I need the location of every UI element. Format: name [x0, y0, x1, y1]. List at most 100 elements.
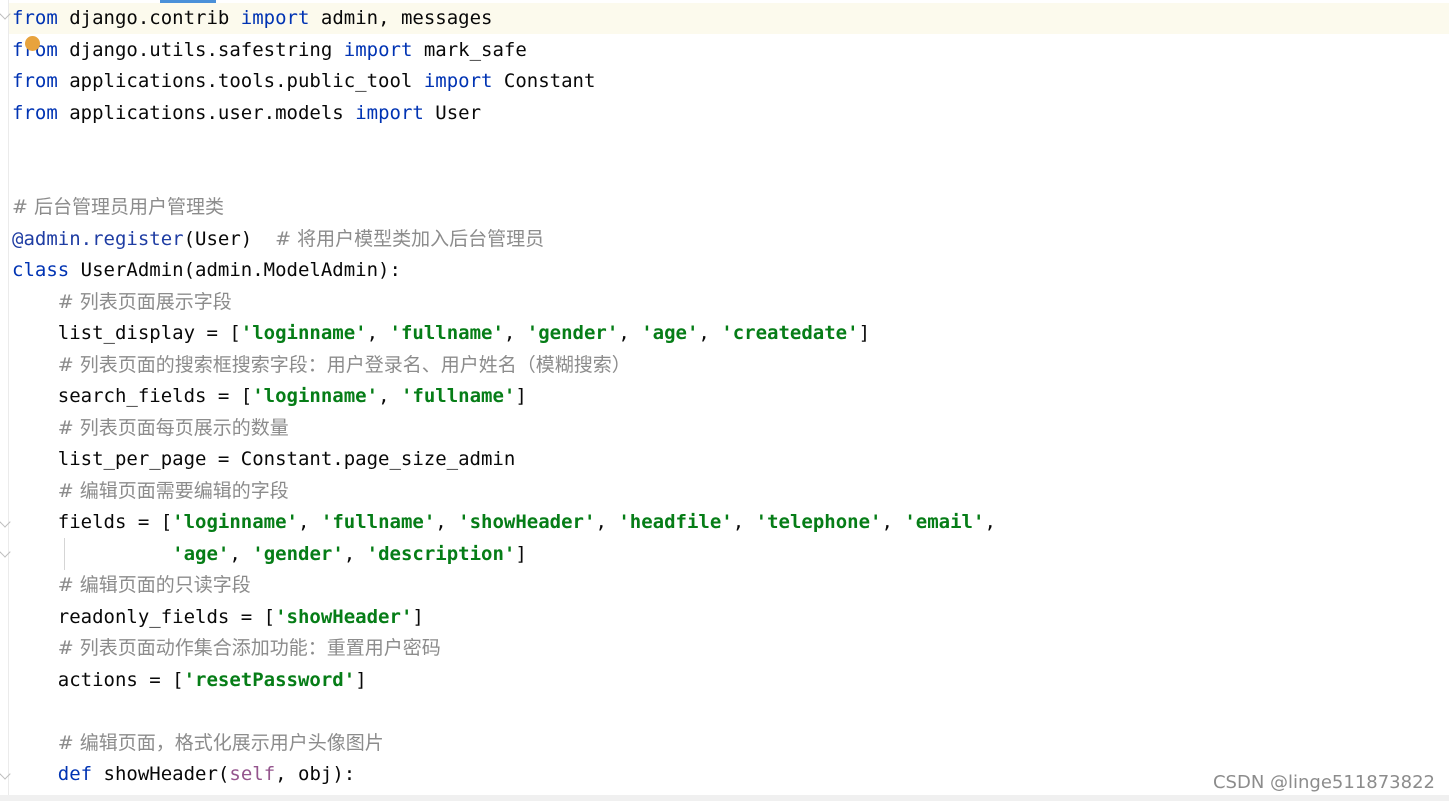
code-token: applications.user.models	[57, 101, 356, 124]
code-line[interactable]: fields = ['loginname', 'fullname', 'show…	[12, 507, 996, 538]
code-line[interactable]: 'age', 'gender', 'description']	[12, 539, 527, 570]
code-line[interactable]: # 编辑页面的只读字段	[12, 570, 251, 601]
code-token: 'age'	[641, 322, 699, 344]
code-token: # 编辑页面需要编辑的字段	[57, 479, 289, 502]
code-token: (User)	[183, 227, 276, 250]
code-token: self	[229, 763, 276, 785]
code-line[interactable]: list_display = ['loginname', 'fullname',…	[12, 318, 870, 349]
code-token: 'email'	[904, 511, 985, 533]
code-token: 'gender'	[252, 542, 344, 565]
code-token: UserAdmin(admin.ModelAdmin):	[69, 259, 401, 281]
code-token: 'headfile'	[618, 511, 733, 533]
code-token: 'loginname'	[252, 385, 379, 407]
indent-guide	[64, 538, 65, 570]
code-token: # 列表页面展示字段	[57, 290, 232, 313]
code-token: 'description'	[366, 542, 516, 565]
code-line[interactable]: actions = ['resetPassword']	[12, 665, 367, 696]
code-token: class	[12, 259, 70, 281]
code-token: ,	[698, 322, 722, 344]
code-token: from	[12, 101, 58, 124]
code-token: mark_safe	[412, 38, 527, 61]
code-line[interactable]: # 列表页面动作集合添加功能：重置用户密码	[12, 633, 441, 664]
code-token: ,	[984, 511, 996, 533]
code-token: import	[240, 7, 310, 29]
code-token: ,	[298, 511, 321, 533]
code-line[interactable]: readonly_fields = ['showHeader']	[12, 602, 424, 633]
watermark: CSDN @linge511873822	[1212, 772, 1435, 793]
code-token: ,	[366, 322, 390, 344]
code-token: ,	[618, 322, 642, 344]
code-token: 'showHeader'	[275, 605, 413, 628]
code-token: 'fullname'	[320, 511, 436, 533]
code-line[interactable]: def showHeader(self, obj):	[12, 759, 355, 790]
horizontal-scrollbar[interactable]	[0, 795, 1449, 801]
code-token: 'fullname'	[389, 322, 504, 344]
code-token: # 将用户模型类加入后台管理员	[275, 227, 545, 250]
code-token: @admin.register	[12, 227, 184, 250]
code-token: # 编辑页面，格式化展示用户头像图片	[57, 731, 384, 754]
code-token: ,	[229, 542, 253, 565]
code-token: # 列表页面的搜索框搜索字段：用户登录名、用户姓名（模糊搜索）	[57, 353, 631, 376]
code-token: search_fields = [	[12, 385, 253, 407]
bulb-icon[interactable]	[25, 36, 40, 51]
code-token: 'fullname'	[400, 385, 516, 407]
code-line[interactable]: # 编辑页面需要编辑的字段	[12, 476, 289, 507]
code-token: ,	[503, 322, 527, 344]
code-line[interactable]: class UserAdmin(admin.ModelAdmin):	[12, 255, 401, 286]
code-token: ,	[378, 385, 401, 407]
code-line[interactable]: # 列表页面展示字段	[12, 287, 232, 318]
code-editor[interactable]: from django.contrib import admin, messag…	[0, 0, 1449, 801]
code-token: # 编辑页面的只读字段	[57, 574, 251, 596]
code-token: ]	[858, 322, 871, 344]
code-line[interactable]: # 列表页面的搜索框搜索字段：用户登录名、用户姓名（模糊搜索）	[12, 350, 631, 381]
code-token: Constant	[492, 70, 596, 92]
code-token: 'showHeader'	[458, 511, 596, 533]
code-token: ,	[732, 511, 756, 533]
code-token: actions = [	[12, 668, 184, 691]
code-token: list_display = [	[12, 322, 241, 344]
code-token: # 列表页面动作集合添加功能：重置用户密码	[57, 637, 441, 659]
code-line[interactable]: list_per_page = Constant.page_size_admin	[12, 444, 516, 475]
code-token: from	[12, 70, 58, 92]
code-token: 'gender'	[526, 322, 619, 344]
code-line[interactable]: # 后台管理员用户管理类	[12, 192, 224, 223]
code-line[interactable]: from django.utils.safestring import mark…	[12, 35, 527, 66]
code-token: ,	[595, 511, 619, 533]
code-line[interactable]: search_fields = ['loginname', 'fullname'…	[12, 381, 527, 412]
code-token: fields = [	[12, 511, 173, 533]
code-token: 'age'	[172, 542, 230, 565]
code-token: # 后台管理员用户管理类	[12, 196, 224, 218]
code-token: 'resetPassword'	[183, 668, 356, 691]
code-token: ]	[515, 385, 527, 407]
code-line[interactable]: @admin.register(User) # 将用户模型类加入后台管理员	[12, 224, 544, 255]
code-token: django.contrib	[57, 7, 241, 29]
code-token: showHeader(	[92, 763, 230, 785]
code-token: django.utils.safestring	[57, 38, 344, 61]
code-token: import	[355, 101, 424, 124]
code-token: 'telephone'	[755, 511, 882, 533]
code-token: ,	[881, 511, 905, 533]
code-token: 'loginname'	[240, 322, 367, 344]
code-token: , obj):	[275, 763, 356, 785]
code-token: import	[343, 38, 413, 61]
code-token: def	[57, 763, 93, 785]
code-line[interactable]: # 列表页面每页展示的数量	[12, 413, 289, 444]
code-line[interactable]: from django.contrib import admin, messag…	[12, 3, 492, 34]
code-line[interactable]: # 编辑页面，格式化展示用户头像图片	[12, 728, 384, 759]
code-token: 'createdate'	[721, 322, 859, 344]
code-token: 'loginname'	[172, 511, 298, 533]
code-token: # 列表页面每页展示的数量	[57, 416, 289, 439]
code-line[interactable]: from applications.user.models import Use…	[12, 98, 481, 129]
code-line[interactable]: from applications.tools.public_tool impo…	[12, 66, 595, 97]
code-token: list_per_page = Constant.page_size_admin	[12, 448, 516, 470]
code-token: ]	[515, 542, 527, 565]
code-token: readonly_fields = [	[12, 605, 276, 628]
